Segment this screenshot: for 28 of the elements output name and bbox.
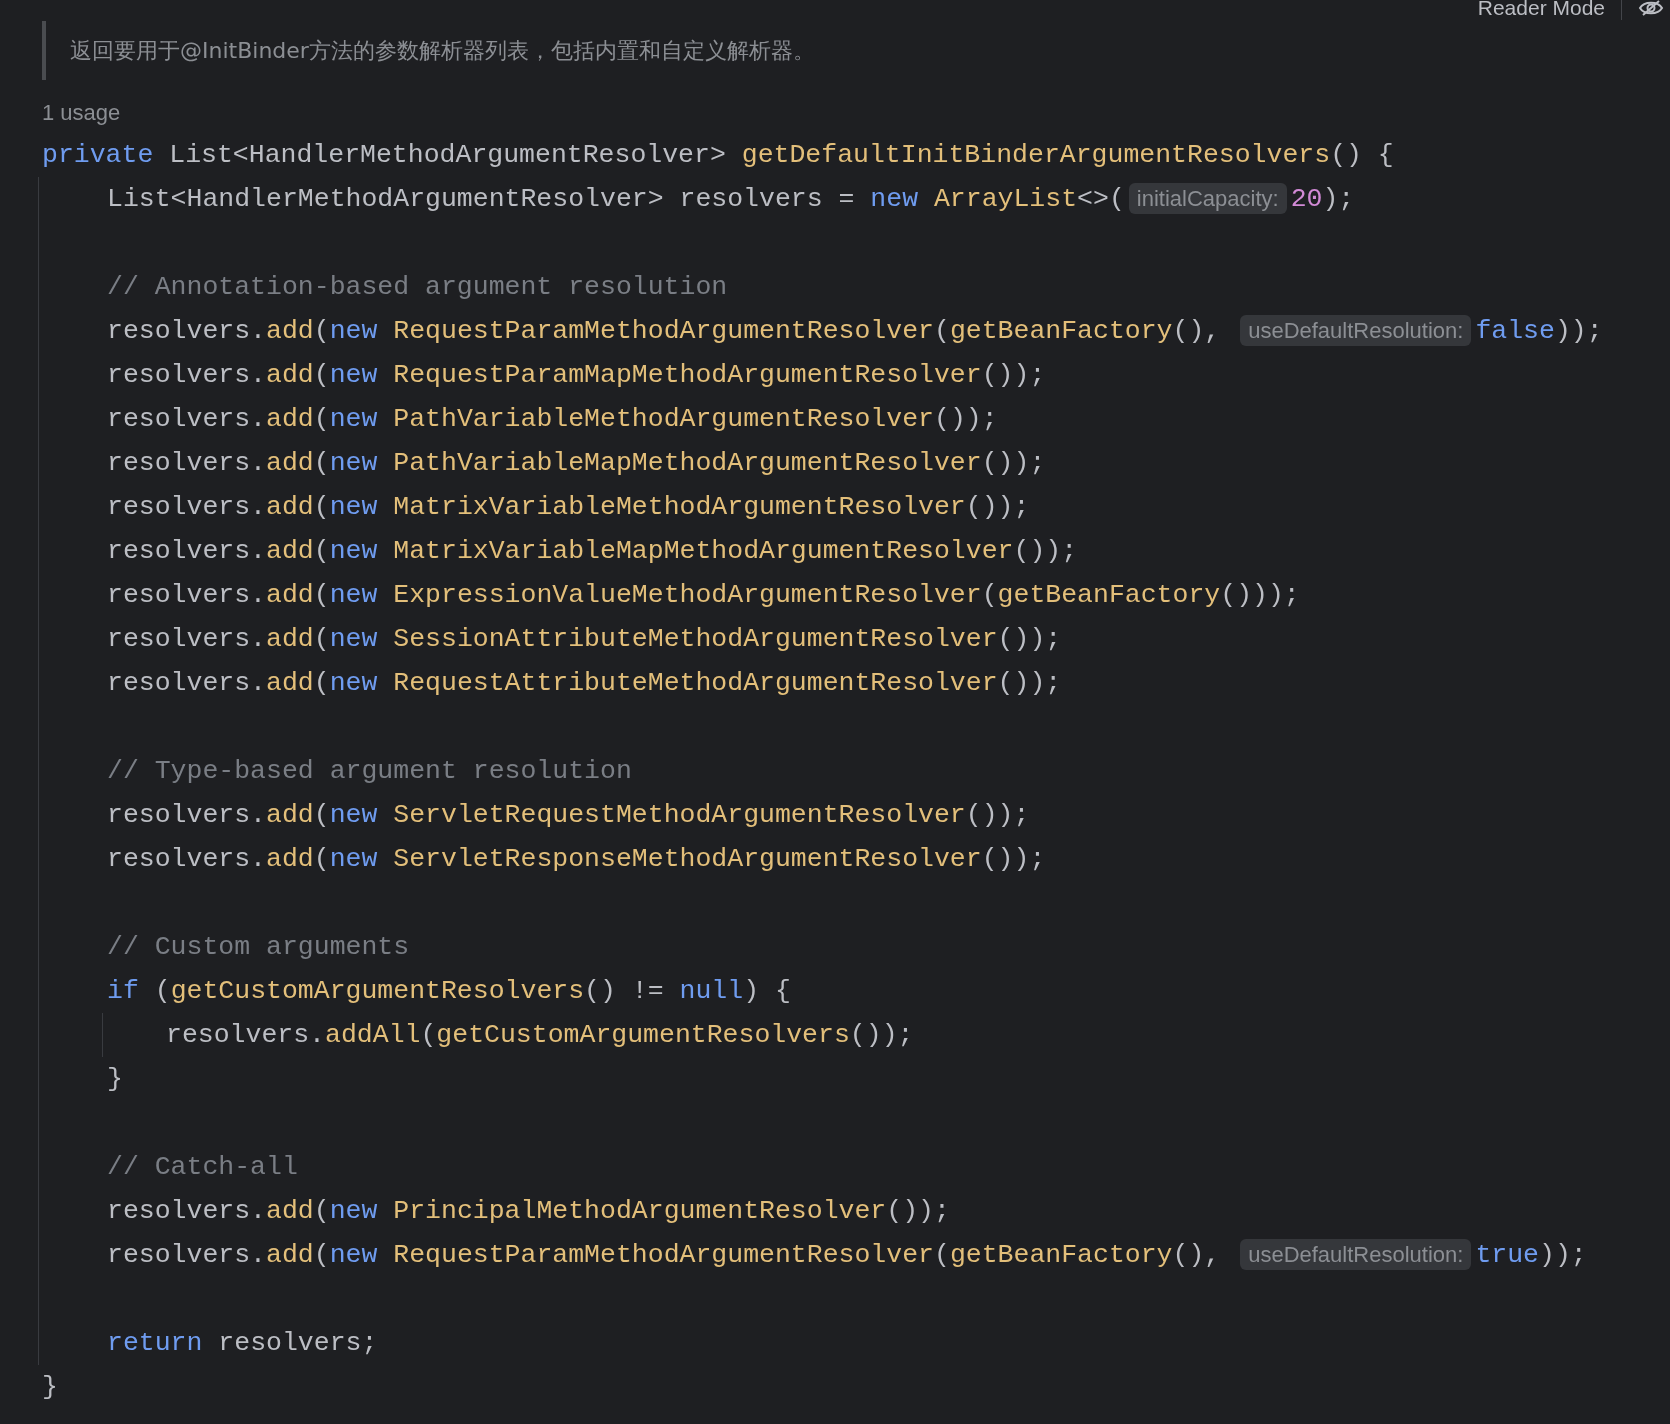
usage-count[interactable]: 1 usage <box>42 98 1670 128</box>
code-line: } <box>107 1063 124 1096</box>
code-line: resolvers.add(new PathVariableMapMethodArgumentResolver()); <box>107 447 1047 480</box>
code-line: resolvers.add(new SessionAttributeMethodArgumentResolver()); <box>107 623 1063 656</box>
code-line: return resolvers; <box>107 1327 379 1360</box>
code-comment: // Type-based argument resolution <box>107 755 633 788</box>
code-line: resolvers.add(new MatrixVariableMapMethodArgumentResolver()); <box>107 535 1079 568</box>
code-comment: // Annotation-based argument resolution <box>107 271 729 304</box>
code-line: resolvers.add(new ServletRequestMethodArgumentResolver()); <box>107 799 1031 832</box>
code-line: resolvers.add(new RequestAttributeMethodArgumentResolver()); <box>107 667 1063 700</box>
doc-comment: 返回要用于@InitBinder方法的参数解析器列表，包括内置和自定义解析器。 <box>70 36 815 65</box>
code-line: } <box>42 1371 59 1404</box>
code-line: resolvers.add(new PrincipalMethodArgumentResolver()); <box>107 1195 951 1228</box>
code-line: resolvers.add(new PathVariableMethodArgumentResolver()); <box>107 403 999 436</box>
code-comment: // Custom arguments <box>107 931 411 964</box>
code-line: List<HandlerMethodArgumentResolver> resolvers = new ArrayList<>( initialCapacity: 20); <box>107 182 1356 216</box>
code-line: resolvers.add(new RequestParamMethodArgumentResolver(getBeanFactory(), useDefaultResolution: true)); <box>107 1238 1588 1272</box>
code-line: private List<HandlerMethodArgumentResolver> getDefaultInitBinderArgumentResolvers() { <box>42 139 1395 172</box>
eye-icon[interactable] <box>1638 0 1664 17</box>
code-line: resolvers.add(new RequestParamMapMethodArgumentResolver()); <box>107 359 1047 392</box>
code-line: resolvers.add(new RequestParamMethodArgumentResolver(getBeanFactory(), useDefaultResolution: false)); <box>107 314 1604 348</box>
reader-mode-label[interactable]: Reader Mode <box>1477 0 1605 20</box>
code-line: resolvers.add(new MatrixVariableMethodArgumentResolver()); <box>107 491 1031 524</box>
code-line: resolvers.addAll(getCustomArgumentResolvers()); <box>166 1019 915 1052</box>
code-comment: // Catch-all <box>107 1151 299 1184</box>
code-line: resolvers.add(new ExpressionValueMethodArgumentResolver(getBeanFactory())); <box>107 579 1301 612</box>
code-line: if (getCustomArgumentResolvers() != null) { <box>107 975 792 1008</box>
code-line: resolvers.add(new ServletResponseMethodArgumentResolver()); <box>107 843 1047 876</box>
